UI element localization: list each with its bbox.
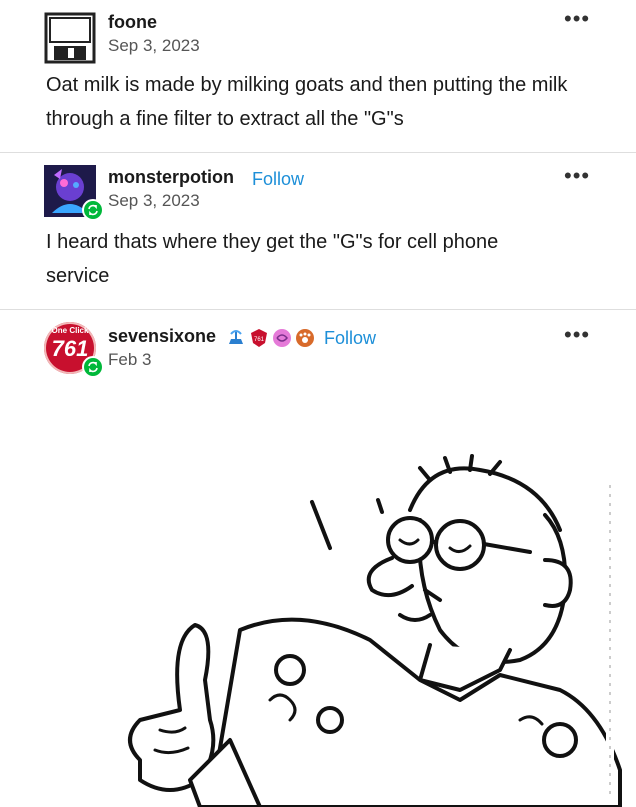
red-shield-badge-icon[interactable]: 761	[249, 328, 269, 348]
floppy-disk-avatar-icon[interactable]	[44, 12, 96, 64]
follow-button[interactable]: Follow	[252, 169, 304, 190]
username[interactable]: sevensixone	[108, 326, 216, 347]
post-foone: foone Sep 3, 2023 ••• Oat milk is made b…	[0, 0, 636, 152]
follow-button[interactable]: Follow	[324, 328, 376, 349]
post-monsterpotion: monsterpotion Follow Sep 3, 2023 ••• I h…	[0, 153, 636, 308]
post-sevensixone: One Click 761 sevensixone 761 Follow Feb…	[0, 310, 636, 807]
post-body: Oat milk is made by milking goats and th…	[46, 74, 568, 130]
post-date: Sep 3, 2023	[108, 191, 200, 210]
more-dots-icon[interactable]: •••	[564, 322, 590, 348]
comic-image	[128, 454, 622, 807]
orange-paw-badge-icon[interactable]	[295, 328, 315, 348]
blue-fountain-badge-icon[interactable]	[226, 328, 246, 348]
post-date: Sep 3, 2023	[108, 36, 200, 55]
username[interactable]: monsterpotion	[108, 167, 234, 188]
post-body: I heard thats where they get the "G"s fo…	[46, 231, 499, 287]
svg-text:761: 761	[254, 337, 265, 343]
username[interactable]: foone	[108, 12, 157, 33]
reblog-icon	[82, 199, 104, 221]
avatar-text-top: One Click	[51, 326, 89, 335]
post-date: Feb 3	[108, 350, 152, 369]
reblog-icon	[82, 356, 104, 378]
more-dots-icon[interactable]: •••	[564, 163, 590, 189]
more-dots-icon[interactable]: •••	[564, 6, 590, 32]
pink-brain-badge-icon[interactable]	[272, 328, 292, 348]
